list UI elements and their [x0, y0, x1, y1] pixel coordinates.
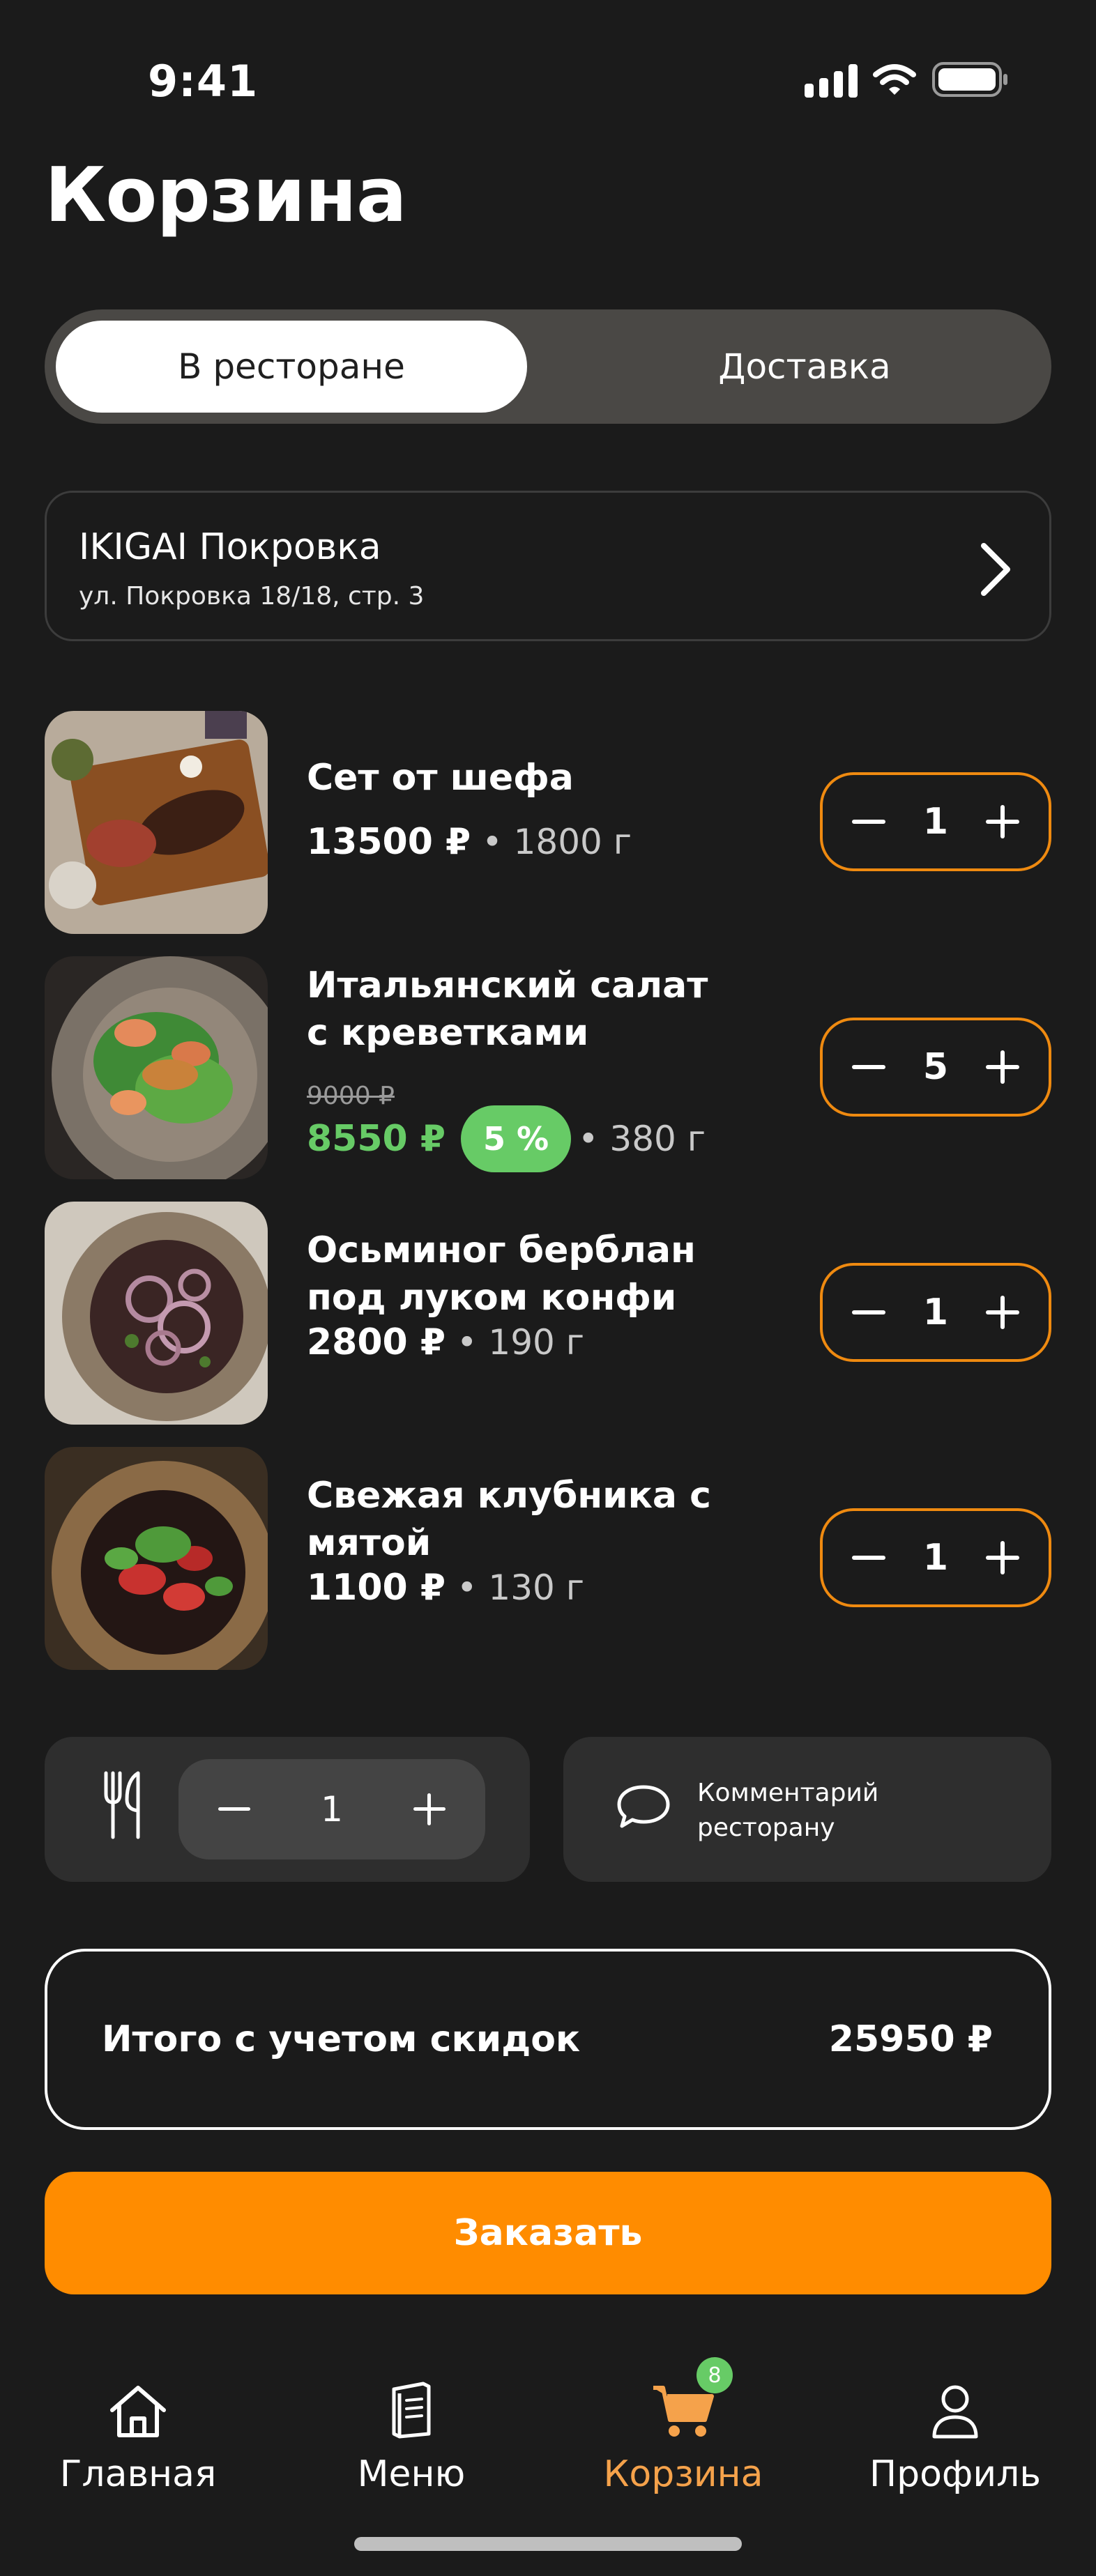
status-time: 9:41: [148, 56, 259, 107]
home-icon: [110, 2386, 166, 2437]
item-price-row: 2800 ₽ • 190 г: [307, 1321, 584, 1363]
comment-button[interactable]: Комментарий ресторану: [563, 1737, 1051, 1882]
discount-badge: 5 %: [461, 1105, 572, 1172]
battery-icon: [932, 62, 1007, 97]
item-price-row: 1100 ₽ • 130 г: [307, 1567, 584, 1609]
minus-icon: [852, 820, 885, 824]
cutlery-selector: 1: [45, 1737, 530, 1882]
increase-button[interactable]: [980, 1045, 1025, 1089]
order-button[interactable]: Заказать: [45, 2172, 1051, 2294]
decrease-button[interactable]: [846, 1045, 891, 1089]
item-photo: [45, 1202, 268, 1425]
quantity-stepper: 1: [820, 772, 1051, 871]
item-weight: • 380 г: [578, 1119, 706, 1159]
order-type-switch: В ресторане Доставка: [45, 309, 1051, 424]
status-icons: [805, 61, 1010, 98]
nav-label: Корзина: [603, 2453, 763, 2495]
item-name: Итальянский салат с креветками: [307, 965, 708, 1054]
nav-label: Профиль: [869, 2453, 1042, 2495]
total-label: Итого с учетом скидок: [102, 2018, 581, 2060]
quantity-value: 5: [922, 1046, 949, 1088]
item-price-row: 8550 ₽ 5 % • 380 г: [307, 1105, 706, 1172]
nav-item-profile[interactable]: Профиль: [830, 2370, 1081, 2495]
cart-item: Сет от шефа 13500 ₽ • 1800 г 1: [45, 711, 1051, 934]
minus-icon: [218, 1807, 250, 1811]
item-price-row: 13500 ₽ • 1800 г: [307, 821, 632, 863]
item-photo: [45, 956, 268, 1179]
decrease-button[interactable]: [846, 1290, 891, 1335]
increase-button[interactable]: [980, 1535, 1025, 1580]
nav-item-menu[interactable]: Меню: [286, 2370, 537, 2495]
increase-button[interactable]: [980, 799, 1025, 844]
quantity-stepper: 1: [820, 1508, 1051, 1607]
decrease-button[interactable]: [846, 1535, 891, 1580]
comment-label: Комментарий ресторану: [697, 1779, 879, 1842]
item-price: 8550 ₽: [307, 1118, 446, 1160]
tab-delivery[interactable]: Доставка: [569, 321, 1040, 413]
signal-icon: [805, 61, 858, 98]
cart-icon: [653, 2386, 714, 2437]
minus-icon: [852, 1310, 885, 1314]
wifi-icon: [873, 64, 916, 95]
chat-bubble-icon: [617, 1785, 670, 1828]
plus-icon: [986, 1050, 1019, 1084]
plus-icon: [986, 805, 1019, 838]
restaurant-selector[interactable]: IKIGAI Покровка ул. Покровка 18/18, стр.…: [45, 491, 1051, 641]
plus-icon: [986, 1541, 1019, 1574]
quantity-value: 1: [922, 1537, 949, 1579]
chevron-right-icon: [981, 543, 1010, 596]
quantity-value: 1: [922, 1291, 949, 1333]
increase-button[interactable]: [407, 1787, 452, 1832]
cutlery-stepper: 1: [178, 1759, 485, 1860]
item-photo: [45, 711, 268, 934]
item-price: 1100 ₽: [307, 1567, 446, 1609]
decrease-button[interactable]: [212, 1787, 257, 1832]
cart-count-badge: 8: [697, 2357, 733, 2393]
quantity-value: 1: [922, 801, 949, 843]
minus-icon: [852, 1065, 885, 1069]
quantity-stepper: 5: [820, 1018, 1051, 1117]
item-name: Сет от шефа: [307, 757, 574, 799]
nav-item-cart[interactable]: 8 Корзина: [558, 2357, 809, 2495]
total-value: 25950 ₽: [828, 2018, 993, 2060]
restaurant-name: IKIGAI Покровка: [79, 526, 381, 568]
item-name: Осьминог берблан под луком конфи: [307, 1229, 696, 1319]
cutlery-icon: [104, 1771, 140, 1839]
decrease-button[interactable]: [846, 799, 891, 844]
item-name: Свежая клубника с мятой: [307, 1475, 711, 1564]
minus-icon: [852, 1556, 885, 1560]
cart-item: Итальянский салат с креветками 9000 ₽ 85…: [45, 956, 1051, 1179]
restaurant-address: ул. Покровка 18/18, стр. 3: [79, 582, 425, 611]
item-weight: • 1800 г: [482, 822, 632, 862]
menu-book-icon: [392, 2382, 431, 2439]
cutlery-quantity: 1: [321, 1789, 343, 1830]
nav-label: Меню: [357, 2453, 466, 2495]
plus-icon: [986, 1296, 1019, 1329]
item-weight: • 130 г: [457, 1567, 584, 1608]
cart-item: Осьминог берблан под луком конфи 2800 ₽ …: [45, 1202, 1051, 1425]
nav-item-home[interactable]: Главная: [13, 2370, 264, 2495]
nav-label: Главная: [59, 2453, 217, 2495]
item-price: 13500 ₽: [307, 821, 471, 863]
plus-icon: [413, 1793, 446, 1825]
item-price: 2800 ₽: [307, 1321, 446, 1363]
profile-icon: [932, 2385, 978, 2439]
increase-button[interactable]: [980, 1290, 1025, 1335]
cart-item: Свежая клубника с мятой 1100 ₽ • 130 г 1: [45, 1447, 1051, 1670]
total-summary: Итого с учетом скидок 25950 ₽: [45, 1949, 1051, 2130]
item-photo: [45, 1447, 268, 1670]
item-weight: • 190 г: [457, 1322, 584, 1363]
home-indicator: [354, 2537, 742, 2551]
page-title: Корзина: [45, 152, 407, 239]
quantity-stepper: 1: [820, 1263, 1051, 1362]
tab-in-restaurant[interactable]: В ресторане: [56, 321, 527, 413]
